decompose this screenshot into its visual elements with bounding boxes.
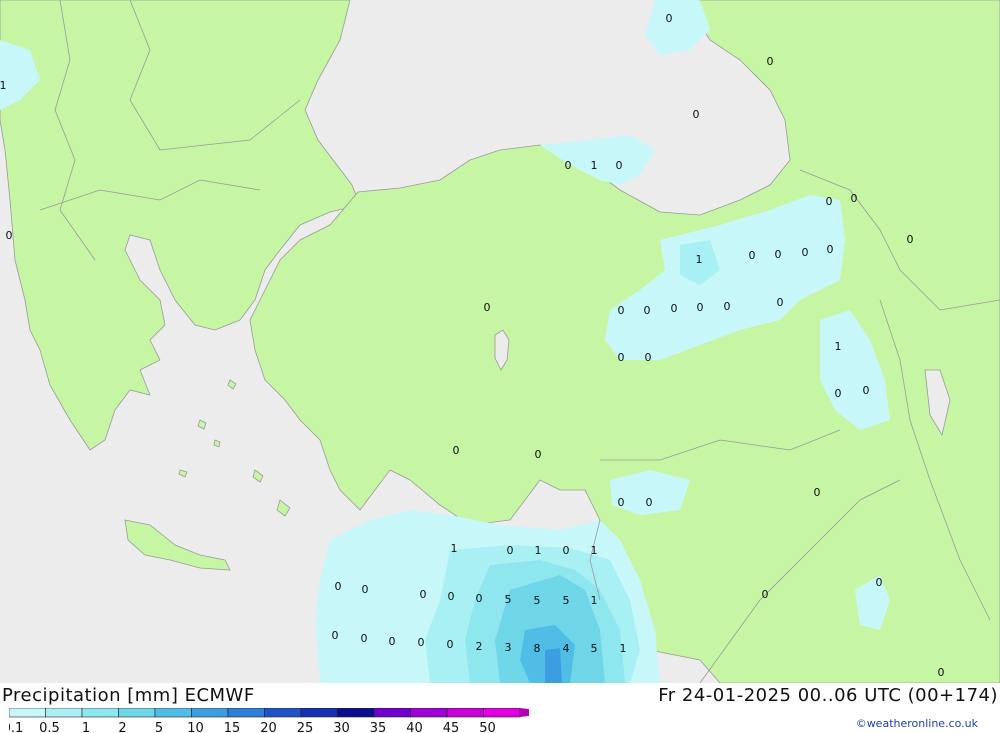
value-label: 8: [534, 642, 541, 655]
value-label: 0: [362, 583, 369, 596]
forecast-timestamp: Fr 24-01-2025 00..06 UTC (00+174): [658, 685, 998, 706]
chart-title: Precipitation [mm] ECMWF: [2, 685, 255, 706]
legend-swatch: [337, 708, 375, 718]
value-label: 1: [591, 544, 598, 557]
value-label: 0: [777, 296, 784, 309]
value-label: 0: [938, 666, 945, 679]
legend-tick-label: 45: [443, 721, 460, 733]
value-label: 0: [666, 12, 673, 25]
color-legend: 0.10.5125101520253035404550: [9, 708, 529, 733]
value-label: 0: [863, 384, 870, 397]
value-label: 0: [618, 351, 625, 364]
value-label: 0: [826, 195, 833, 208]
legend-tick-label: 0.1: [9, 721, 23, 733]
legend-arrow: [520, 708, 529, 717]
value-label: 0: [389, 635, 396, 648]
legend-swatch: [446, 708, 484, 718]
legend-swatch: [410, 708, 448, 718]
value-label: 5: [534, 594, 541, 607]
value-label: 0: [693, 108, 700, 121]
value-label: 0: [535, 448, 542, 461]
value-label: 0: [814, 486, 821, 499]
value-label: 0: [767, 55, 774, 68]
value-label: 0: [335, 580, 342, 593]
value-label: 0: [749, 249, 756, 262]
value-label: 0: [835, 387, 842, 400]
value-label: 0: [616, 159, 623, 172]
value-label: 0: [907, 233, 914, 246]
value-label: 2: [476, 640, 483, 653]
value-label: 1: [591, 159, 598, 172]
value-label: 0: [645, 351, 652, 364]
precip-area-10mm: [545, 648, 562, 683]
value-label: 0: [697, 301, 704, 314]
value-label: 0: [851, 192, 858, 205]
value-label: 0: [775, 248, 782, 261]
value-label: 0: [762, 588, 769, 601]
value-label: 0: [644, 304, 651, 317]
legend-swatch: [9, 708, 46, 718]
legend-tick-label: 50: [479, 721, 496, 733]
value-label: 0: [563, 544, 570, 557]
legend-swatch: [81, 708, 119, 718]
legend-swatch: [300, 708, 338, 718]
value-label: 1: [0, 79, 7, 92]
value-label: 0: [802, 246, 809, 259]
legend-tick-label: 5: [155, 721, 163, 733]
value-label: 0: [476, 592, 483, 605]
value-label: 3: [505, 641, 512, 654]
credit-link[interactable]: ©weatheronline.co.uk: [856, 717, 978, 730]
legend-tick-label: 1: [82, 721, 90, 733]
value-label: 0: [827, 243, 834, 256]
value-label: 0: [453, 444, 460, 457]
value-label: 5: [563, 594, 570, 607]
value-label: 4: [563, 642, 570, 655]
footer-bar: Precipitation [mm] ECMWF Fr 24-01-2025 0…: [0, 683, 1000, 733]
legend-tick-label: 10: [187, 721, 204, 733]
value-label: 1: [535, 544, 542, 557]
legend-swatches: [9, 708, 529, 718]
legend-swatch: [264, 708, 302, 718]
legend-swatch: [45, 708, 83, 718]
value-label: 0: [876, 576, 883, 589]
legend-tick-label: 25: [297, 721, 314, 733]
value-label: 0: [724, 300, 731, 313]
legend-swatch: [118, 708, 156, 718]
value-label: 1: [835, 340, 842, 353]
legend-ticks: 0.10.5125101520253035404550: [9, 721, 496, 733]
value-label: 0: [361, 632, 368, 645]
value-label: 0: [565, 159, 572, 172]
legend-tick-label: 2: [118, 721, 126, 733]
value-label: 1: [696, 253, 703, 266]
value-label: 0: [418, 636, 425, 649]
value-label: 0: [448, 590, 455, 603]
value-label: 0: [420, 588, 427, 601]
value-label: 0: [447, 638, 454, 651]
value-label: 0: [618, 496, 625, 509]
value-label: 1: [451, 542, 458, 555]
value-label: 5: [591, 642, 598, 655]
value-label: 1: [620, 642, 627, 655]
legend-tick-label: 35: [370, 721, 387, 733]
value-label: 0: [6, 229, 13, 242]
value-label: 5: [505, 593, 512, 606]
legend-tick-label: 40: [406, 721, 423, 733]
value-label: 0: [484, 301, 491, 314]
value-label: 0: [332, 629, 339, 642]
legend-swatch: [154, 708, 192, 718]
value-label: 0: [671, 302, 678, 315]
legend-swatch: [483, 708, 521, 718]
legend-tick-label: 0.5: [39, 721, 60, 733]
legend-swatch: [373, 708, 411, 718]
legend-swatch: [227, 708, 265, 718]
value-label: 0: [646, 496, 653, 509]
precipitation-map: 0 0 1 0 0 1 0 0 0 0 0 0 1 0 0 0 0 0 0 0 …: [0, 0, 1000, 683]
legend-tick-label: 20: [260, 721, 277, 733]
legend-tick-label: 15: [224, 721, 241, 733]
value-label: 0: [618, 304, 625, 317]
value-label: 0: [507, 544, 514, 557]
legend-swatch: [191, 708, 229, 718]
value-label: 1: [591, 594, 598, 607]
legend-tick-label: 30: [333, 721, 350, 733]
